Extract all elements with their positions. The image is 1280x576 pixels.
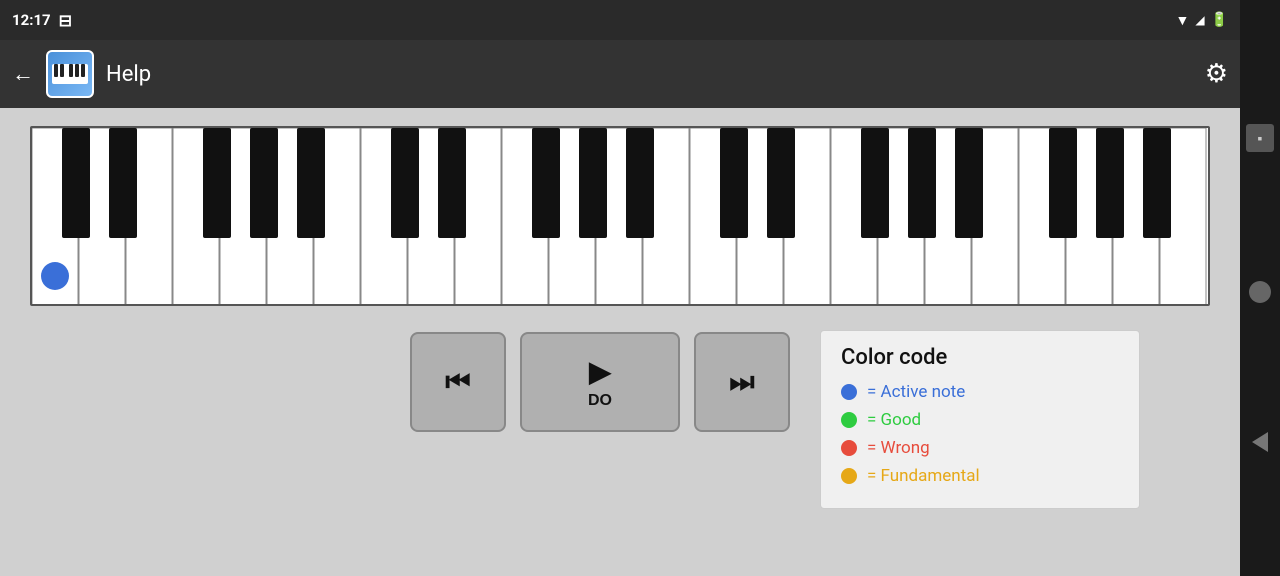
wifi-icon: ▼: [1175, 12, 1189, 29]
main-content: // This will be done inline: [0, 108, 1240, 576]
wrong-label: = Wrong: [867, 438, 930, 458]
wrong-dot: [841, 440, 857, 456]
right-sidebar: ▪: [1240, 0, 1280, 576]
active-dot: [841, 384, 857, 400]
sim-icon: ⊟: [59, 11, 72, 30]
page-title: Help: [106, 62, 1193, 87]
fundamental-dot: [841, 468, 857, 484]
settings-button[interactable]: ⚙: [1205, 59, 1228, 89]
status-bar: 12:17 ⊟ ▼ ◢ 🔋: [0, 0, 1240, 40]
playback-controls: ⏮ ▶ DO ⏭: [410, 332, 790, 432]
color-code-title: Color code: [841, 345, 1119, 370]
active-label: = Active note: [867, 382, 965, 402]
sidebar-back-button[interactable]: [1252, 432, 1268, 452]
color-item-wrong: = Wrong: [841, 438, 1119, 458]
battery-icon: 🔋: [1211, 12, 1228, 28]
sidebar-circle-button[interactable]: [1249, 281, 1271, 303]
play-label: DO: [588, 392, 612, 410]
prev-icon: ⏮: [445, 366, 470, 399]
color-item-active: = Active note: [841, 382, 1119, 402]
fundamental-label: = Fundamental: [867, 466, 980, 486]
back-button[interactable]: ←: [12, 61, 34, 87]
good-label: = Good: [867, 410, 921, 430]
prev-button[interactable]: ⏮: [410, 332, 506, 432]
piano-keyboard: // This will be done inline: [30, 126, 1210, 306]
color-item-good: = Good: [841, 410, 1119, 430]
color-code-panel: Color code = Active note = Good = Wrong …: [820, 330, 1140, 509]
app-icon-inner: [48, 52, 92, 96]
good-dot: [841, 412, 857, 428]
top-bar: ← Help ⚙: [0, 40, 1240, 108]
play-button[interactable]: ▶ DO: [520, 332, 680, 432]
signal-icon: ◢: [1195, 13, 1204, 27]
sidebar-square-button[interactable]: ▪: [1246, 124, 1274, 152]
play-icon: ▶: [589, 355, 611, 388]
next-button[interactable]: ⏭: [694, 332, 790, 432]
time-display: 12:17: [12, 11, 51, 29]
next-icon: ⏭: [729, 366, 754, 399]
color-item-fundamental: = Fundamental: [841, 466, 1119, 486]
app-icon: [46, 50, 94, 98]
active-note-dot: [41, 262, 69, 290]
controls-row: ⏮ ▶ DO ⏭ Color code = Active note = Good: [30, 324, 1210, 509]
